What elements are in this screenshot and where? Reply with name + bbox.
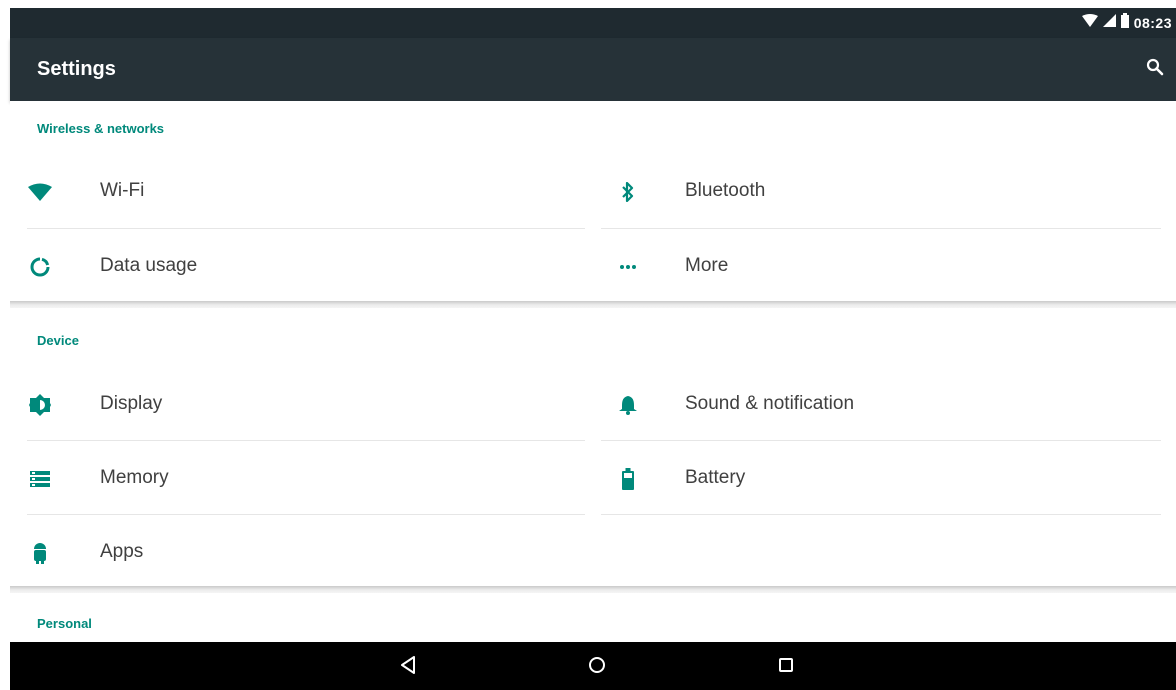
tile-divider [601, 514, 1161, 515]
battery-icon [615, 466, 641, 492]
setting-label: Bluetooth [685, 180, 766, 201]
setting-wifi[interactable]: Wi-Fi [10, 154, 585, 228]
android-apps-icon [27, 540, 53, 566]
section-divider [10, 586, 1176, 593]
setting-more[interactable]: More [585, 229, 1176, 303]
wifi-signal-icon [1081, 14, 1098, 32]
screenshot-top-margin [0, 0, 1176, 8]
setting-label: Memory [100, 467, 169, 488]
more-icon [615, 254, 641, 280]
setting-apps[interactable]: Apps [10, 515, 585, 589]
setting-sound-notification[interactable]: Sound & notification [585, 367, 1176, 441]
bluetooth-icon [615, 179, 641, 205]
battery-status-icon [1120, 13, 1129, 33]
search-icon [1146, 58, 1164, 81]
setting-label: Sound & notification [685, 393, 855, 414]
search-button[interactable] [1142, 56, 1168, 82]
section-divider [10, 301, 1176, 308]
setting-label: Battery [685, 467, 746, 488]
app-bar: Settings [10, 38, 1176, 101]
recents-button[interactable] [771, 652, 801, 682]
settings-list[interactable]: Wireless & networks Wi-Fi Bluetooth Data… [10, 101, 1176, 642]
setting-label: Apps [100, 541, 144, 562]
home-button[interactable] [582, 652, 612, 682]
memory-icon [27, 466, 53, 492]
data-usage-icon [27, 254, 53, 280]
wifi-icon [27, 179, 53, 205]
status-bar: 08:23 [10, 8, 1176, 38]
setting-label: Wi-Fi [100, 180, 145, 201]
setting-label: Display [100, 393, 163, 414]
section-device: Device Display Sound & notification Memo… [10, 308, 1176, 586]
setting-label: Data usage [100, 255, 198, 276]
setting-battery[interactable]: Battery [585, 441, 1176, 515]
setting-bluetooth[interactable]: Bluetooth [585, 154, 1176, 228]
display-brightness-icon [27, 392, 53, 418]
setting-data-usage[interactable]: Data usage [10, 229, 585, 303]
setting-display[interactable]: Display [10, 367, 585, 441]
section-header-wireless: Wireless & networks [37, 121, 165, 136]
home-circle-icon [588, 656, 606, 679]
status-icons: 08:23 [1081, 12, 1172, 34]
section-header-device: Device [37, 333, 79, 348]
cell-signal-icon [1102, 14, 1116, 32]
back-button[interactable] [393, 652, 423, 682]
setting-label: More [685, 255, 729, 276]
status-time: 08:23 [1133, 15, 1172, 31]
navigation-bar [10, 642, 1176, 690]
page-title: Settings [37, 58, 116, 80]
bell-icon [615, 392, 641, 418]
back-triangle-icon [400, 655, 416, 679]
recents-square-icon [778, 657, 794, 678]
section-personal: Personal [10, 593, 1176, 642]
section-header-personal: Personal [37, 616, 92, 631]
setting-memory[interactable]: Memory [10, 441, 585, 515]
section-wireless-networks: Wireless & networks Wi-Fi Bluetooth Data… [10, 101, 1176, 301]
